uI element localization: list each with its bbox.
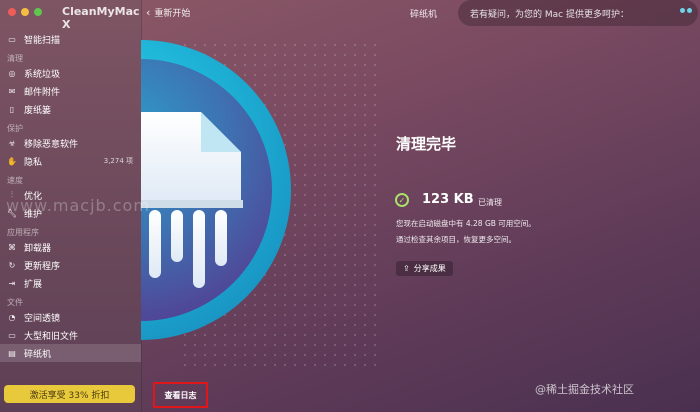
help-text: 若有疑问，为您的 Mac 提供更多呵护： — [470, 9, 629, 20]
sidebar-item-label: 碎纸机 — [24, 349, 52, 360]
site-watermark: www.macjb.com — [6, 196, 150, 215]
sidebar-item-label: 空间透镜 — [24, 313, 61, 324]
assistant-icon[interactable] — [680, 8, 692, 13]
start-over-label: 重新开始 — [154, 9, 191, 19]
mail-icon: ✉ — [8, 86, 16, 96]
cleaned-size: 123 KB — [422, 192, 474, 207]
module-title: 碎纸机 — [410, 10, 438, 20]
help-bar[interactable]: 若有疑问，为您的 Mac 提供更多呵护： — [458, 0, 698, 26]
share-label: 分享成果 — [413, 264, 446, 273]
sidebar-item-label: 废纸篓 — [24, 105, 52, 116]
section-header-cleanup: 清理 — [7, 54, 23, 63]
sidebar-item-label: 大型和旧文件 — [24, 331, 79, 342]
sidebar-item-updater[interactable]: ↻ 更新程序 — [0, 256, 141, 274]
privacy-count: 3,274 项 — [103, 157, 133, 165]
cleaned-label: 已清理 — [478, 198, 502, 207]
sidebar-item-malware-removal[interactable]: ☣ 移除恶意软件 — [0, 134, 141, 152]
view-log-button[interactable]: 查看日志 — [153, 382, 208, 408]
folder-icon: ▭ — [8, 330, 16, 340]
sidebar-item-label: 更新程序 — [24, 261, 61, 272]
shredder-icon: ▤ — [8, 348, 16, 358]
window-controls — [8, 8, 42, 16]
smart-scan-icon: ▭ — [8, 34, 16, 44]
space-lens-icon: ◔ — [8, 312, 16, 322]
start-over-button[interactable]: ‹ 重新开始 — [146, 6, 190, 19]
hand-icon: ✋ — [7, 156, 17, 166]
sidebar-item-shredder[interactable]: ▤ 碎纸机 — [0, 344, 141, 362]
free-space-description: 您现在启动磁盘中有 4.28 GB 可用空间。 — [396, 219, 536, 228]
minimize-button[interactable] — [21, 8, 29, 16]
app-title: CleanMyMac X — [62, 5, 140, 31]
shredder-hero-graphic — [141, 40, 341, 340]
sidebar-item-label: 移除恶意软件 — [24, 139, 79, 150]
updater-icon: ↻ — [8, 260, 16, 270]
sidebar-item-label: 隐私 — [24, 157, 43, 168]
extensions-icon: ⇥ — [8, 278, 16, 288]
activate-discount-button[interactable]: 激活享受 33% 折扣 — [4, 385, 135, 403]
sidebar-item-mail-attachments[interactable]: ✉ 邮件附件 — [0, 82, 141, 100]
app-window: CleanMyMac X ▭ 智能扫描 清理 ◎ 系统垃圾 ✉ 邮件附件 ▯ 废… — [0, 0, 700, 412]
section-header-applications: 应用程序 — [7, 228, 39, 237]
zoom-button[interactable] — [34, 8, 42, 16]
sidebar-item-smart-scan[interactable]: ▭ 智能扫描 — [0, 30, 141, 48]
checkmark-icon: ✓ — [395, 193, 409, 207]
cleanup-complete-title: 清理完毕 — [396, 135, 457, 153]
sidebar-item-label: 智能扫描 — [24, 35, 61, 46]
sidebar-item-label: 卸载器 — [24, 243, 52, 254]
close-button[interactable] — [8, 8, 16, 16]
sidebar-item-privacy[interactable]: ✋ 隐私 3,274 项 — [0, 152, 141, 170]
shredded-document-icon — [141, 112, 243, 288]
sidebar-item-label: 扩展 — [24, 279, 43, 290]
uninstaller-icon: ⌘ — [8, 242, 16, 252]
section-header-protection: 保护 — [7, 124, 23, 133]
sidebar-item-large-old-files[interactable]: ▭ 大型和旧文件 — [0, 326, 141, 344]
system-junk-icon: ◎ — [8, 68, 16, 78]
sidebar-item-trash[interactable]: ▯ 废纸篓 — [0, 100, 141, 118]
chevron-left-icon: ‹ — [146, 6, 151, 19]
sidebar-item-label: 系统垃圾 — [24, 69, 61, 80]
corner-watermark: @稀土掘金技术社区 — [535, 383, 634, 396]
share-icon: ⇪ — [403, 264, 410, 273]
share-results-button[interactable]: ⇪ 分享成果 — [396, 261, 453, 276]
trash-icon: ▯ — [9, 104, 15, 114]
section-header-speed: 速度 — [7, 176, 23, 185]
section-header-files: 文件 — [7, 298, 23, 307]
sidebar-item-space-lens[interactable]: ◔ 空间透镜 — [0, 308, 141, 326]
biohazard-icon: ☣ — [8, 138, 16, 148]
sidebar-item-extensions[interactable]: ⇥ 扩展 — [0, 274, 141, 292]
recover-space-description: 通过检查其余项目，恢复更多空间。 — [396, 235, 516, 244]
sidebar-item-system-junk[interactable]: ◎ 系统垃圾 — [0, 64, 141, 82]
sidebar-item-uninstaller[interactable]: ⌘ 卸载器 — [0, 238, 141, 256]
sidebar-item-label: 邮件附件 — [24, 87, 61, 98]
